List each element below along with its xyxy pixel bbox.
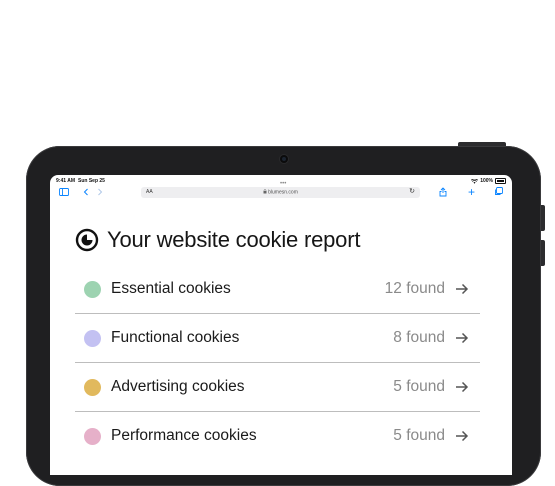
report-header: Your website cookie report: [75, 225, 480, 255]
url-text: blumesn.com: [141, 189, 420, 196]
category-count: 5 found: [393, 378, 445, 395]
cookie-report-logo-icon: [75, 228, 99, 252]
wifi-icon: [471, 178, 479, 184]
reload-icon[interactable]: ↻: [409, 187, 415, 195]
arrow-right-icon[interactable]: [455, 429, 469, 443]
cookie-row-performance[interactable]: Performance cookies 5 found: [75, 412, 480, 460]
front-camera: [280, 155, 288, 163]
cookie-row-essential[interactable]: Essential cookies 12 found: [75, 265, 480, 314]
cookie-row-functional[interactable]: Functional cookies 8 found: [75, 314, 480, 363]
page-title: Your website cookie report: [107, 227, 361, 252]
cookie-row-advertising[interactable]: Advertising cookies 5 found: [75, 363, 480, 412]
device-volume-up-button: [541, 205, 545, 231]
category-color-dot: [84, 280, 101, 298]
sidebar-icon[interactable]: [59, 187, 69, 199]
category-label: Essential cookies: [111, 280, 231, 297]
url-domain: blumesn.com: [268, 189, 298, 196]
category-count: 8 found: [393, 329, 445, 346]
lock-icon: [263, 189, 267, 194]
back-chevron-icon[interactable]: [83, 187, 89, 199]
category-label: Performance cookies: [111, 427, 257, 444]
cookie-category-list: Essential cookies 12 found Functional co…: [75, 265, 480, 460]
category-color-dot: [84, 427, 101, 445]
category-count: 5 found: [393, 427, 445, 444]
category-label: Functional cookies: [111, 329, 240, 346]
category-count: 12 found: [384, 280, 445, 297]
category-color-dot: [84, 329, 101, 347]
tablet-screen: 9:41 AM Sun Sep 25 ••• 100% AA blumesn.co…: [50, 175, 512, 475]
browser-toolbar: AA blumesn.com ↻ +: [50, 186, 512, 201]
status-time: 9:41 AM: [56, 178, 75, 184]
tabs-overview-icon[interactable]: [494, 187, 503, 199]
new-tab-plus-icon[interactable]: +: [468, 186, 475, 198]
share-icon[interactable]: [439, 187, 447, 200]
address-bar[interactable]: AA blumesn.com ↻: [141, 187, 420, 198]
device-volume-down-button: [541, 240, 545, 266]
battery-percent: 100%: [480, 178, 493, 184]
status-date: Sun Sep 25: [78, 178, 105, 184]
battery-icon: [495, 178, 506, 184]
arrow-right-icon[interactable]: [455, 380, 469, 394]
forward-chevron-icon[interactable]: [97, 187, 103, 199]
arrow-right-icon[interactable]: [455, 331, 469, 345]
category-color-dot: [84, 378, 101, 396]
arrow-right-icon[interactable]: [455, 282, 469, 296]
status-bar: 9:41 AM Sun Sep 25 ••• 100%: [56, 178, 506, 187]
category-label: Advertising cookies: [111, 378, 245, 395]
cookie-report: Your website cookie report Essential coo…: [75, 225, 480, 460]
